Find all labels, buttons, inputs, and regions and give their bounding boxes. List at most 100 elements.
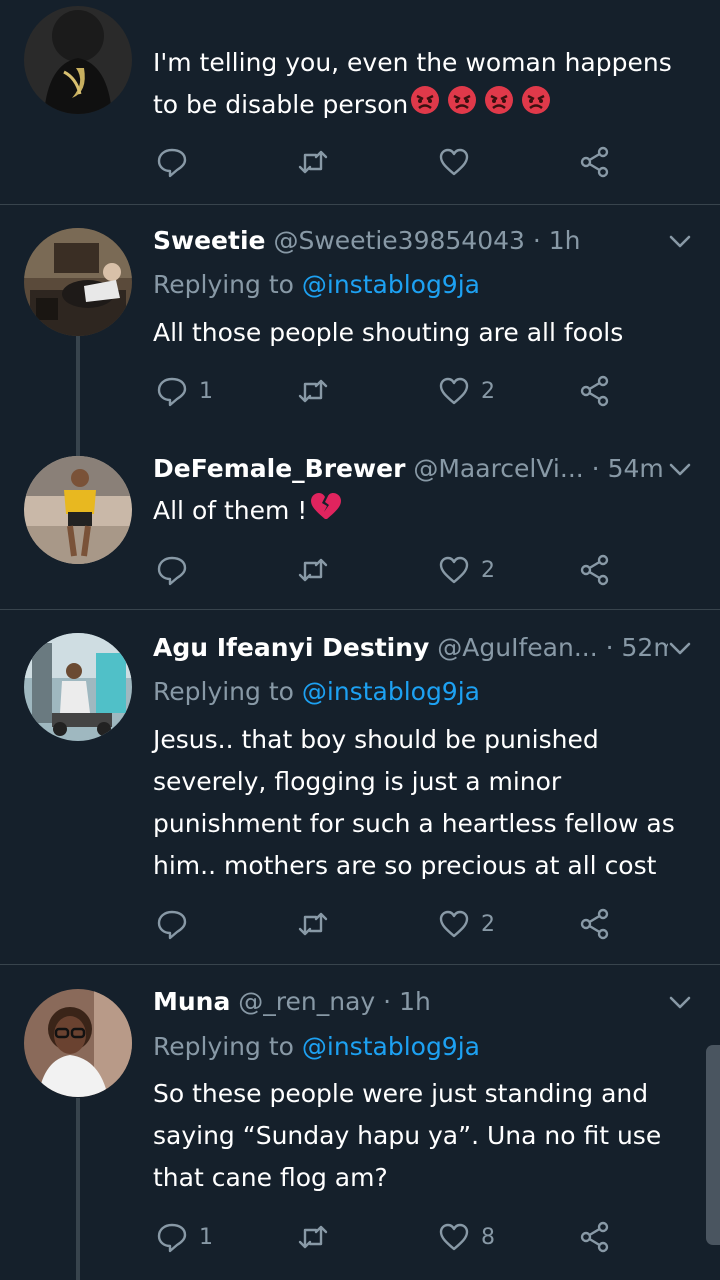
tweet-actions: 1 8 xyxy=(153,1217,623,1257)
like-button[interactable] xyxy=(437,142,481,182)
share-button[interactable] xyxy=(578,550,612,590)
retweet-icon xyxy=(298,912,328,936)
retweet-button[interactable] xyxy=(296,550,330,590)
tweet-4[interactable]: Muna @_ren_nay · 1h Replying to @instabl… xyxy=(0,965,720,1280)
share-icon xyxy=(580,146,609,178)
separator: · xyxy=(597,633,622,662)
retweet-button[interactable] xyxy=(296,904,330,944)
tweet-text: I'm telling you, even the woman happens … xyxy=(153,42,693,128)
user-handle[interactable]: @Sweetie39854043 xyxy=(273,226,524,255)
share-icon xyxy=(580,908,609,940)
angry-face-icon xyxy=(484,85,519,128)
share-button[interactable] xyxy=(578,904,612,944)
broken-heart-icon xyxy=(309,491,343,534)
user-handle[interactable]: @MaarcelVi... xyxy=(413,454,583,483)
reply-button[interactable] xyxy=(155,904,199,944)
chevron-down-icon[interactable] xyxy=(668,457,692,481)
tweet-actions: 2 xyxy=(153,904,623,944)
like-icon xyxy=(439,556,469,584)
reply-icon xyxy=(157,556,187,586)
display-name[interactable]: Muna xyxy=(153,987,230,1016)
tweet-3[interactable]: Agu Ifeanyi Destiny @AguIfean... · 52m R… xyxy=(0,610,720,964)
timestamp[interactable]: 52m xyxy=(622,633,668,662)
user-handle[interactable]: @AguIfean... xyxy=(437,633,597,662)
retweet-button[interactable] xyxy=(296,142,330,182)
chevron-down-icon[interactable] xyxy=(668,636,692,660)
user-handle[interactable]: @_ren_nay xyxy=(238,987,375,1016)
reply-count: 1 xyxy=(199,378,213,404)
like-button[interactable]: 2 xyxy=(437,904,495,944)
angry-face-icon xyxy=(410,85,445,128)
like-button[interactable]: 2 xyxy=(437,371,495,411)
tweet-header: Agu Ifeanyi Destiny @AguIfean... · 52m xyxy=(153,628,668,668)
reply-icon xyxy=(157,148,187,178)
tweet-actions: 2 xyxy=(153,550,623,590)
retweet-button[interactable] xyxy=(296,1217,330,1257)
mention-link[interactable]: @instablog9ja xyxy=(302,677,480,706)
tweet-text: So these people were just standing and s… xyxy=(153,1079,662,1192)
separator: · xyxy=(375,987,400,1016)
separator: · xyxy=(524,226,549,255)
share-icon xyxy=(580,1221,609,1253)
retweet-icon xyxy=(298,558,328,582)
retweet-icon xyxy=(298,379,328,403)
reply-count: 1 xyxy=(199,1224,213,1250)
mention-link[interactable]: @instablog9ja xyxy=(302,1032,480,1061)
like-icon xyxy=(439,377,469,405)
separator: · xyxy=(583,454,608,483)
angry-face-icon xyxy=(521,85,556,128)
share-icon xyxy=(580,554,609,586)
avatar[interactable] xyxy=(24,456,132,564)
tweet-actions: 1 2 xyxy=(153,371,623,411)
avatar[interactable] xyxy=(24,228,132,336)
reply-button[interactable]: 1 xyxy=(155,371,213,411)
share-button[interactable] xyxy=(578,1217,612,1257)
tweet-text: Jesus.. that boy should be punished seve… xyxy=(153,725,675,880)
like-count: 2 xyxy=(481,378,495,404)
angry-face-icon xyxy=(447,85,482,128)
reply-button[interactable] xyxy=(155,550,199,590)
tweet-header: Muna @_ren_nay · 1h xyxy=(153,982,668,1022)
reply-icon xyxy=(157,910,187,940)
reply-button[interactable] xyxy=(155,142,199,182)
timestamp[interactable]: 1h xyxy=(399,987,431,1016)
like-button[interactable]: 2 xyxy=(437,550,495,590)
tweet-text: All of them ! xyxy=(153,490,693,534)
timestamp[interactable]: 1h xyxy=(549,226,581,255)
chevron-down-icon[interactable] xyxy=(668,990,692,1014)
like-count: 2 xyxy=(481,911,495,937)
like-count: 8 xyxy=(481,1224,495,1250)
replying-to: Replying to @instablog9ja xyxy=(153,270,480,299)
tweet-header: DeFemale_Brewer @MaarcelVi... · 54m xyxy=(153,449,668,489)
share-button[interactable] xyxy=(578,142,612,182)
avatar[interactable] xyxy=(24,989,132,1097)
chevron-down-icon[interactable] xyxy=(668,229,692,253)
mention-link[interactable]: @instablog9ja xyxy=(302,270,480,299)
like-count: 2 xyxy=(481,557,495,583)
replying-to: Replying to @instablog9ja xyxy=(153,677,480,706)
display-name[interactable]: DeFemale_Brewer xyxy=(153,454,405,483)
avatar[interactable] xyxy=(24,633,132,741)
tweet-1[interactable]: Sweetie @Sweetie39854043 · 1h Replying t… xyxy=(0,205,720,443)
retweet-icon xyxy=(298,1225,328,1249)
reply-icon xyxy=(157,377,187,407)
display-name[interactable]: Agu Ifeanyi Destiny xyxy=(153,633,429,662)
retweet-button[interactable] xyxy=(296,371,330,411)
tweet-header: Sweetie @Sweetie39854043 · 1h xyxy=(153,221,668,261)
retweet-icon xyxy=(298,150,328,174)
like-icon xyxy=(439,1223,469,1251)
timestamp[interactable]: 54m xyxy=(608,454,664,483)
scrollbar[interactable] xyxy=(706,1045,720,1245)
tweet-0[interactable]: I'm telling you, even the woman happens … xyxy=(0,0,720,204)
like-icon xyxy=(439,148,469,176)
display-name[interactable]: Sweetie xyxy=(153,226,266,255)
tweet-2[interactable]: DeFemale_Brewer @MaarcelVi... · 54m All … xyxy=(0,443,720,609)
reply-button[interactable]: 1 xyxy=(155,1217,213,1257)
avatar[interactable] xyxy=(24,6,132,114)
reply-icon xyxy=(157,1223,187,1253)
share-icon xyxy=(580,375,609,407)
replying-to: Replying to @instablog9ja xyxy=(153,1032,480,1061)
like-button[interactable]: 8 xyxy=(437,1217,495,1257)
like-icon xyxy=(439,910,469,938)
share-button[interactable] xyxy=(578,371,612,411)
